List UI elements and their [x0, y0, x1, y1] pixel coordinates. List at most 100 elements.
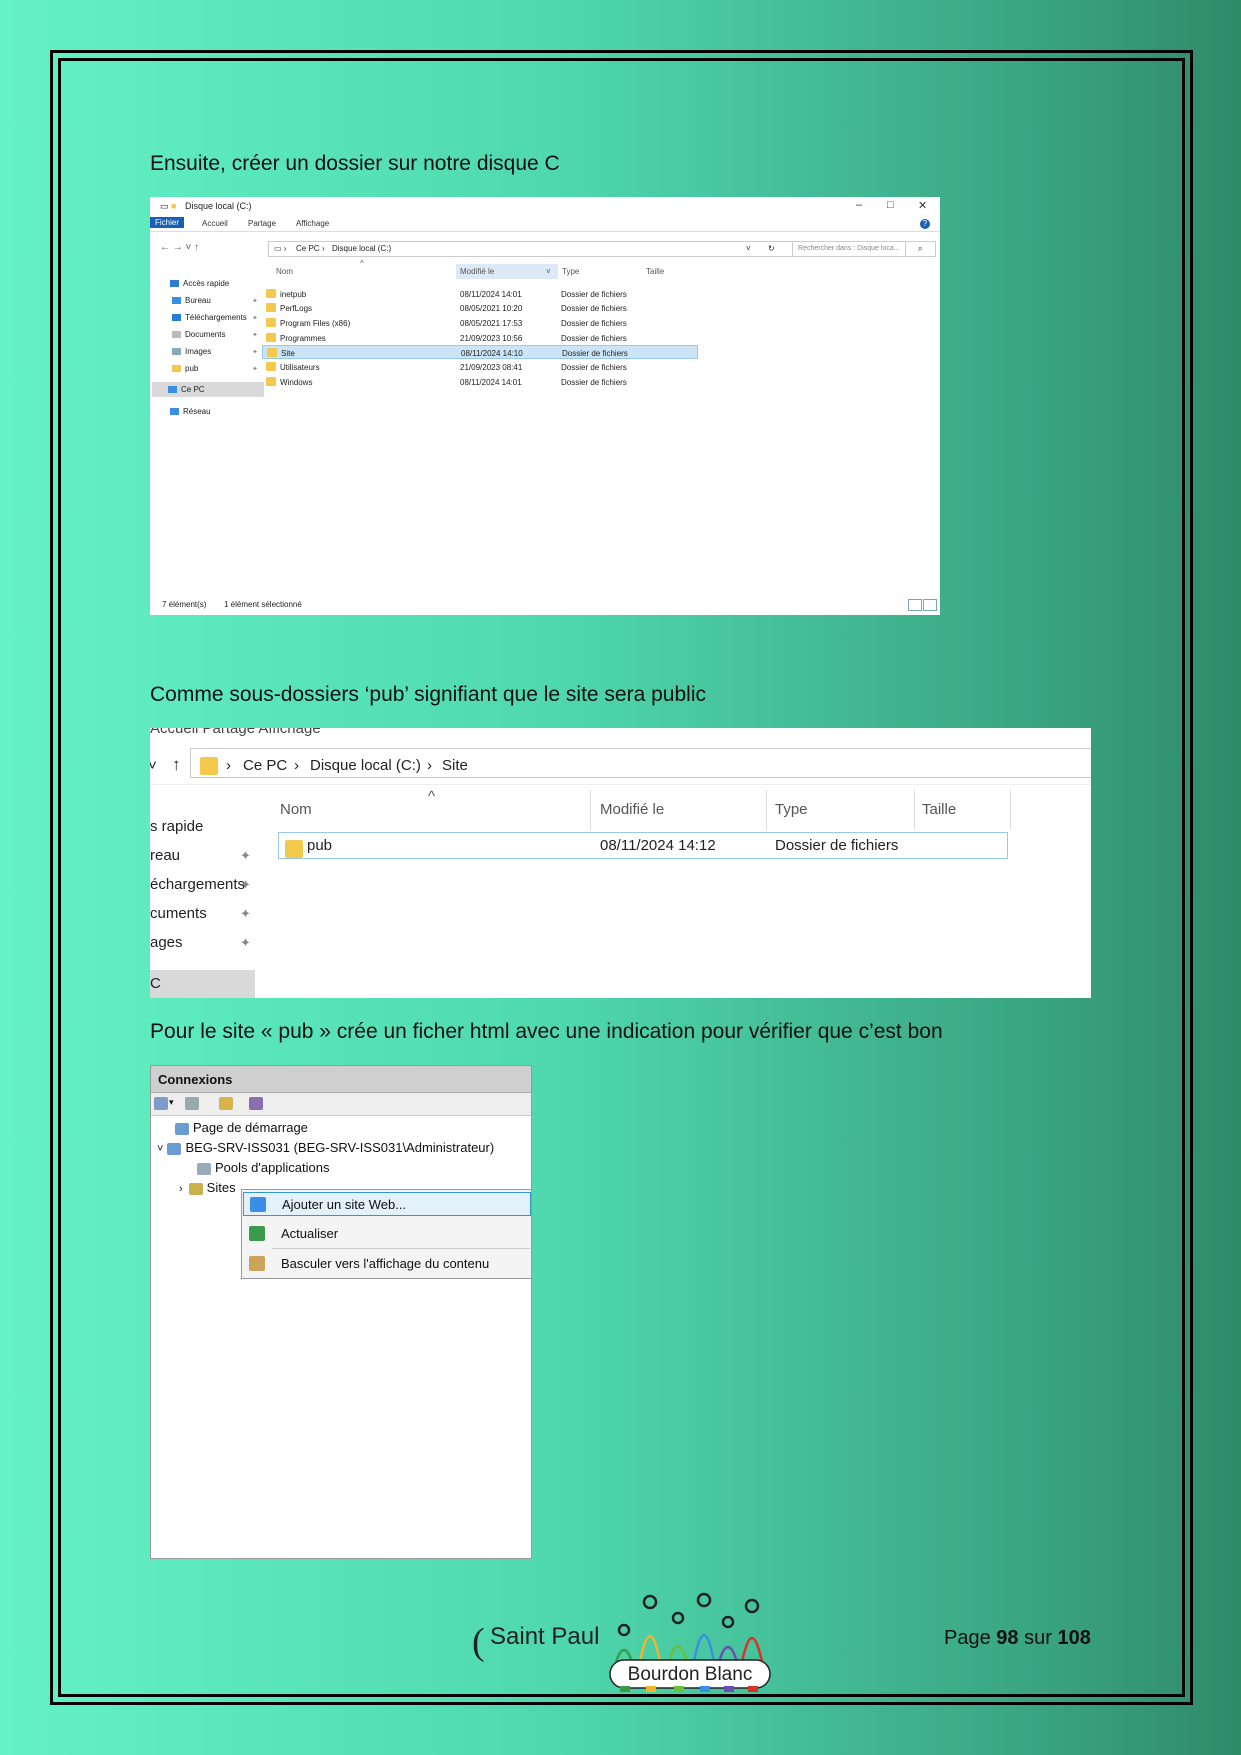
column-header-nom[interactable]: Nom	[280, 801, 312, 818]
server-icon	[167, 1142, 182, 1155]
column-header-nom[interactable]: Nom	[276, 267, 293, 276]
pin-icon[interactable]: ✦	[240, 906, 251, 922]
file-name: Program Files (x86)	[280, 319, 351, 328]
tree-node-start-page[interactable]: Page de démarrage	[175, 1120, 308, 1135]
file-row-selected[interactable]: Site 08/11/2024 14:10 Dossier de fichiers	[262, 345, 698, 359]
pin-icon[interactable]: ✦	[240, 848, 251, 864]
sidebar-item-acces-rapide[interactable]: s rapide	[150, 818, 203, 835]
up-folder-icon[interactable]	[219, 1097, 233, 1110]
search-icon[interactable]: ⌕	[918, 244, 922, 254]
menu-item-refresh[interactable]: Actualiser	[243, 1222, 531, 1246]
menu-item-content-view[interactable]: Basculer vers l'affichage du contenu	[243, 1252, 531, 1276]
column-header-taille[interactable]: Taille	[922, 801, 956, 818]
pin-icon[interactable]: ✦	[252, 365, 258, 373]
breadcrumb-ce-pc[interactable]: Ce PC	[296, 244, 320, 253]
disconnect-icon[interactable]	[249, 1097, 263, 1110]
nav-arrows[interactable]: ← → ˅ ↑	[160, 242, 199, 253]
file-type: Dossier de fichiers	[561, 319, 627, 328]
chevron-down-icon[interactable]: ˅	[546, 267, 551, 276]
logo-head	[671, 1611, 685, 1625]
sidebar-label: Documents	[185, 330, 226, 339]
chevron-down-icon[interactable]: ˅	[150, 757, 157, 774]
pin-icon[interactable]: ✦	[240, 877, 251, 893]
file-name: Utilisateurs	[280, 363, 320, 372]
file-row[interactable]: Windows 08/11/2024 14:01 Dossier de fichie…	[262, 375, 842, 389]
file-type: Dossier de fichiers	[775, 837, 899, 854]
help-icon[interactable]: ?	[920, 219, 930, 229]
up-arrow-icon[interactable]: ↑	[172, 755, 181, 775]
breadcrumb-site[interactable]: Site	[442, 757, 468, 774]
sidebar-label: Accès rapide	[183, 279, 230, 288]
sidebar-item-pub[interactable]: pub	[172, 364, 198, 373]
tree-node-server[interactable]: ˅ BEG-SRV-ISS031 (BEG-SRV-ISS031\Administ…	[157, 1140, 494, 1155]
pin-icon[interactable]: ✦	[252, 314, 258, 322]
file-name: PerfLogs	[280, 304, 313, 313]
drive-icon: ▭	[160, 201, 169, 211]
sidebar-label: Ce PC	[181, 385, 205, 394]
sidebar-label: Téléchargements	[185, 313, 247, 322]
tab-accueil[interactable]: Accueil	[202, 219, 228, 228]
chevron-down-icon[interactable]: ▾	[169, 1097, 174, 1108]
breadcrumb-ce-pc[interactable]: Ce PC	[243, 757, 287, 774]
tree-node-app-pools[interactable]: Pools d'applications	[197, 1160, 330, 1175]
tiles-view-icon[interactable]	[923, 599, 937, 611]
file-row-selected[interactable]: pub 08/11/2024 14:12 Dossier de fichiers	[278, 832, 1008, 859]
search-placeholder: Rechercher dans : Disque loca...	[798, 245, 900, 252]
sidebar-item-images[interactable]: Images	[172, 347, 211, 356]
pin-icon[interactable]: ✦	[240, 935, 251, 951]
chevron-down-icon[interactable]: ˅	[746, 244, 751, 253]
column-header-taille[interactable]: Taille	[646, 267, 664, 276]
details-view-icon[interactable]	[908, 599, 922, 611]
maximize-icon[interactable]: □	[887, 199, 894, 211]
search-input[interactable]: Rechercher dans : Disque loca...	[792, 241, 936, 257]
logo-head	[721, 1615, 735, 1629]
sidebar-item-telechargements[interactable]: Téléchargements	[172, 313, 247, 322]
folder-icon	[266, 377, 276, 386]
connect-icon[interactable]	[154, 1097, 168, 1110]
sidebar-item-documents[interactable]: cuments	[150, 905, 207, 922]
file-type: Dossier de fichiers	[561, 290, 627, 299]
file-name: Site	[281, 349, 295, 358]
sidebar-item-ce-pc[interactable]: C	[150, 975, 161, 992]
sidebar-item-documents[interactable]: Documents	[172, 330, 225, 339]
pin-icon[interactable]: ✦	[252, 297, 258, 305]
pin-icon[interactable]: ✦	[252, 331, 258, 339]
sidebar-item-reseau[interactable]: Réseau	[170, 407, 211, 416]
sidebar-item-ce-pc[interactable]: Ce PC	[168, 385, 205, 394]
chevron-right-icon[interactable]: ›	[179, 1183, 183, 1195]
column-header-type[interactable]: Type	[562, 267, 579, 276]
column-divider	[590, 790, 591, 830]
file-row[interactable]: PerfLogs 08/05/2021 10:20 Dossier de fichi…	[262, 301, 842, 315]
tree-node-sites[interactable]: › Sites	[179, 1180, 236, 1195]
refresh-icon[interactable]: ↻	[768, 244, 775, 253]
file-row[interactable]: inetpub 08/11/2024 14:01 Dossier de fichie…	[262, 287, 842, 301]
file-row[interactable]: Utilisateurs 21/09/2023 08:41 Dossier de f…	[262, 360, 842, 374]
file-name: Programmes	[280, 334, 326, 343]
column-header-modifie[interactable]: Modifié le	[460, 267, 494, 276]
save-icon[interactable]	[185, 1097, 199, 1110]
tab-partage[interactable]: Partage	[248, 219, 276, 228]
breadcrumb-disque[interactable]: Disque local (C:)	[332, 244, 391, 253]
sidebar-item-bureau[interactable]: reau	[150, 847, 180, 864]
sidebar-item-acces-rapide[interactable]: Accès rapide	[170, 279, 229, 288]
node-label: Page de démarrage	[193, 1120, 308, 1135]
minimize-icon[interactable]: –	[856, 199, 862, 211]
tab-affichage[interactable]: Affichage	[296, 219, 329, 228]
sidebar-item-bureau[interactable]: Bureau	[172, 296, 211, 305]
column-header-modifie[interactable]: Modifié le	[600, 801, 664, 818]
file-row[interactable]: Program Files (x86) 08/05/2021 17:53 Dossi…	[262, 316, 842, 330]
file-date: 08/11/2024 14:12	[600, 837, 716, 854]
chevron-down-icon[interactable]: ˅	[157, 1143, 163, 1155]
column-header-type[interactable]: Type	[775, 801, 808, 818]
sidebar-item-images[interactable]: ages	[150, 934, 183, 951]
context-menu: Ajouter un site Web... Actualiser Bascul…	[241, 1189, 531, 1279]
sidebar-item-telechargements[interactable]: échargements	[150, 876, 245, 893]
close-icon[interactable]: ✕	[918, 199, 927, 212]
breadcrumb-disque[interactable]: Disque local (C:)	[310, 757, 421, 774]
sort-arrow-icon: ^	[360, 259, 364, 268]
tab-fichier[interactable]: Fichier	[150, 217, 185, 228]
file-date: 21/09/2023 10:56	[460, 334, 523, 343]
menu-item-add-website[interactable]: Ajouter un site Web...	[243, 1192, 531, 1216]
pin-icon[interactable]: ✦	[252, 348, 258, 356]
file-row[interactable]: Programmes 21/09/2023 10:56 Dossier de fic…	[262, 331, 842, 345]
